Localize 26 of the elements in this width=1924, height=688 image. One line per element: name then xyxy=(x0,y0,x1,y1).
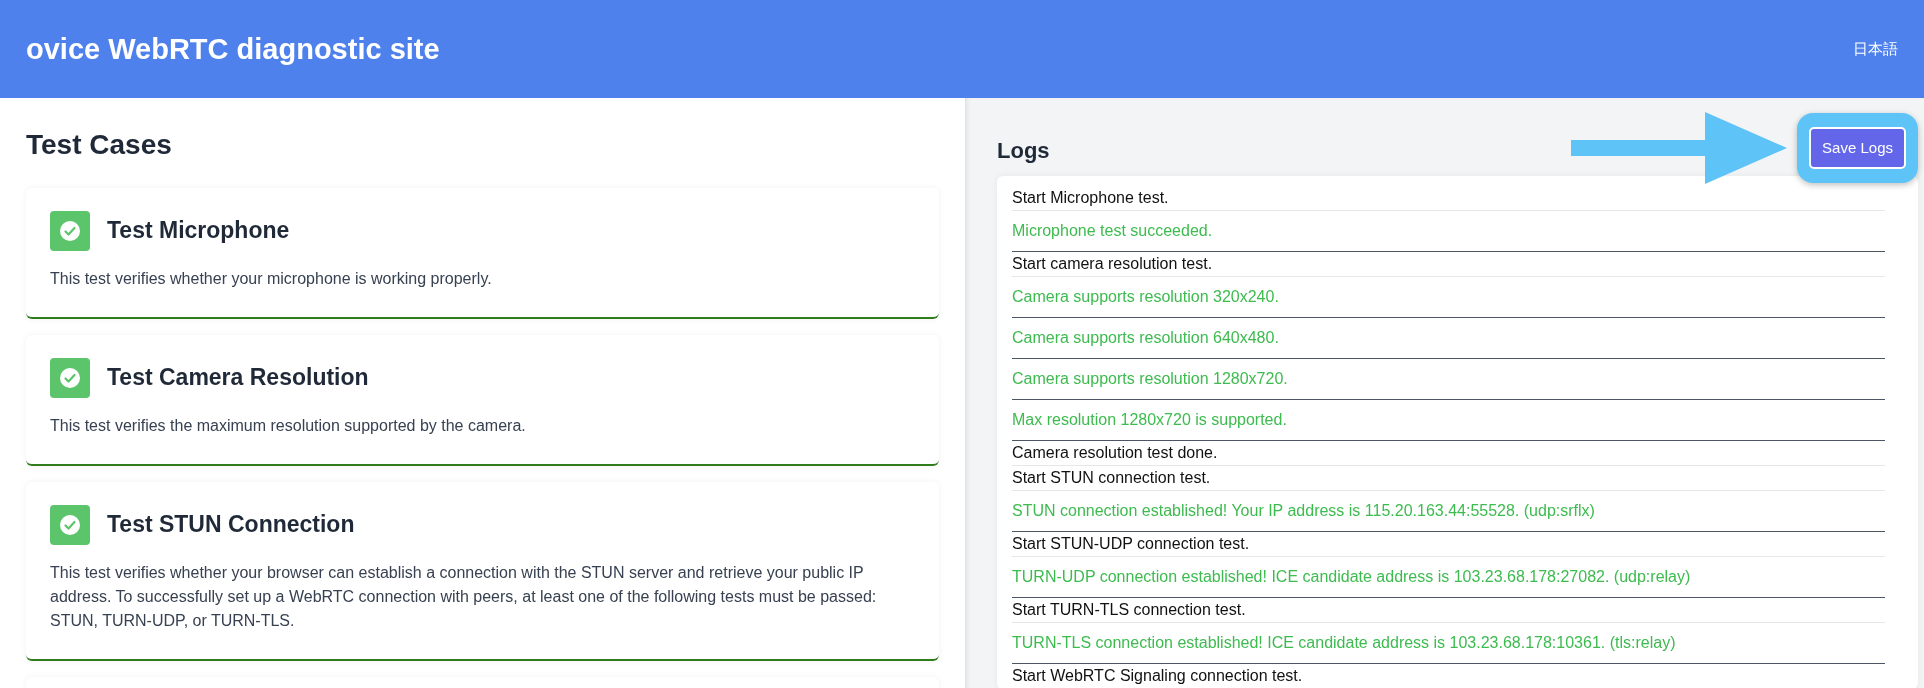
log-entry: Camera supports resolution 1280x720. xyxy=(1012,359,1885,400)
log-entry: Start WebRTC Signaling connection test. xyxy=(1012,664,1885,688)
log-entry: TURN-TLS connection established! ICE candidate address is 103.23.68.178:10361. (tls:relay) xyxy=(1012,623,1885,664)
test-title: Test Microphone xyxy=(107,216,290,245)
test-description: This test verifies the maximum resolution supported by the camera. xyxy=(50,415,527,436)
log-entry: Start camera resolution test. xyxy=(1012,252,1885,277)
log-entry: TURN-UDP connection established! ICE candidate address is 103.23.68.178:27082. (udp:relay) xyxy=(1012,557,1885,598)
test-description: This test verifies whether your microphone is working properly. xyxy=(50,268,493,289)
log-entry: Camera resolution test done. xyxy=(1012,441,1885,466)
log-entry: Start TURN-TLS connection test. xyxy=(1012,598,1885,623)
log-entry: STUN connection established! Your IP address is 115.20.163.44:55528. (udp:srflx) xyxy=(1012,491,1885,532)
language-link[interactable]: 日本語 xyxy=(1853,37,1898,61)
section-heading: Logs xyxy=(997,137,1050,165)
log-entry: Camera supports resolution 320x240. xyxy=(1012,277,1885,318)
test-title: Test Camera Resolution xyxy=(107,363,369,392)
test-title: Test STUN Connection xyxy=(107,510,355,539)
test-description: This test verifies whether your browser can establish a connection with the STUN server and retrieve your public IP address. To successfully set up a WebRTC connection with peers, at least one of the following tests must be passed: STUN, TURN-UDP, or TURN-TLS. xyxy=(50,562,878,631)
log-entry: Start STUN connection test. xyxy=(1012,466,1885,491)
save-logs-button[interactable]: Save Logs xyxy=(1809,126,1906,170)
log-entry: Microphone test succeeded. xyxy=(1012,211,1885,252)
log-entry: Start Microphone test. xyxy=(1012,186,1885,211)
log-entry: Camera supports resolution 640x480. xyxy=(1012,318,1885,359)
log-entry: Start STUN-UDP connection test. xyxy=(1012,532,1885,557)
section-heading: Test Cases xyxy=(26,128,173,162)
log-entry: Max resolution 1280x720 is supported. xyxy=(1012,400,1885,441)
site-title: ovice WebRTC diagnostic site xyxy=(26,31,440,67)
